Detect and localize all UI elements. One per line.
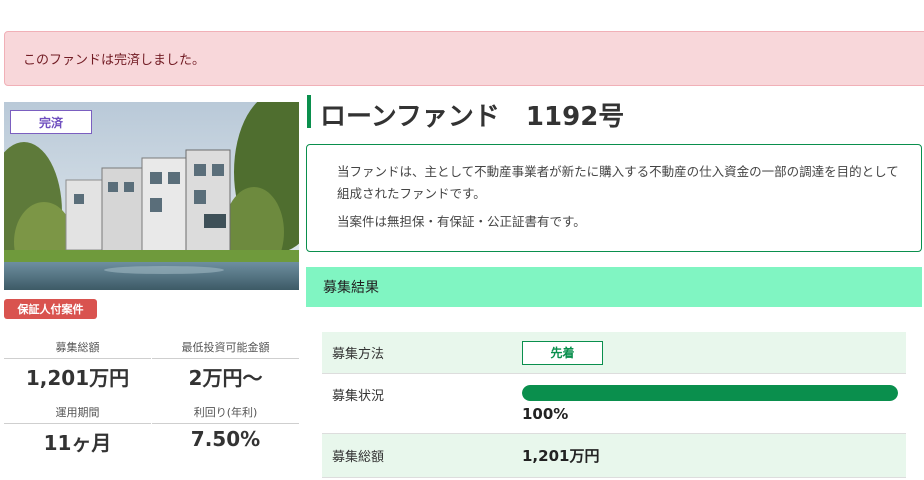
stat-period: 運用期間 11ヶ月 [4,404,151,456]
description-paragraph: 当案件は無担保・有保証・公正証書有です。 [337,214,586,229]
row-method: 募集方法 先着 [322,332,906,374]
progress-bar [522,385,898,401]
completion-alert: このファンドは完済しました。 [4,31,924,86]
stat-label: 運用期間 [4,404,151,424]
status-tag: 完済 [10,110,92,134]
guarantee-badge: 保証人付案件 [4,299,97,319]
stat-value: 7.50% [190,427,261,451]
alert-message: このファンドは完済しました。 [23,53,206,68]
stat-label: 利回り(年利) [152,404,299,424]
stat-value: 2万円～ [188,366,263,390]
stat-min-investment: 最低投資可能金額 2万円～ [152,339,299,391]
description-paragraph: 当ファンドは、主として不動産事業者が新たに購入する不動産の仕入資金の一部の調達を… [337,164,899,201]
method-label: 募集方法 [332,347,385,362]
title-accent-bar [307,95,311,128]
progress-fill [522,385,898,401]
row-status: 募集状況 100% [322,374,906,434]
stat-total-amount: 募集総額 1,201万円 [4,339,151,391]
total-amount: 1,201万円 [522,447,600,465]
stat-value: 1,201万円 [25,366,130,390]
fund-title: ローンファンド 1192号 [320,102,625,132]
total-label: 募集総額 [332,450,385,465]
method-tag: 先着 [522,340,603,365]
stat-yield: 利回り(年利) 7.50% [152,404,299,451]
stat-value: 11ヶ月 [43,431,112,455]
row-total: 募集総額 1,201万円 [322,434,906,478]
results-section-heading: 募集結果 [306,267,922,307]
progress-percent: 100% [522,405,569,423]
fund-description: 当ファンドは、主として不動産事業者が新たに購入する不動産の仕入資金の一部の調達を… [306,144,922,252]
results-heading-text: 募集結果 [323,280,379,296]
stat-label: 最低投資可能金額 [152,339,299,359]
status-label: 募集状況 [332,389,385,404]
stat-label: 募集総額 [4,339,151,359]
